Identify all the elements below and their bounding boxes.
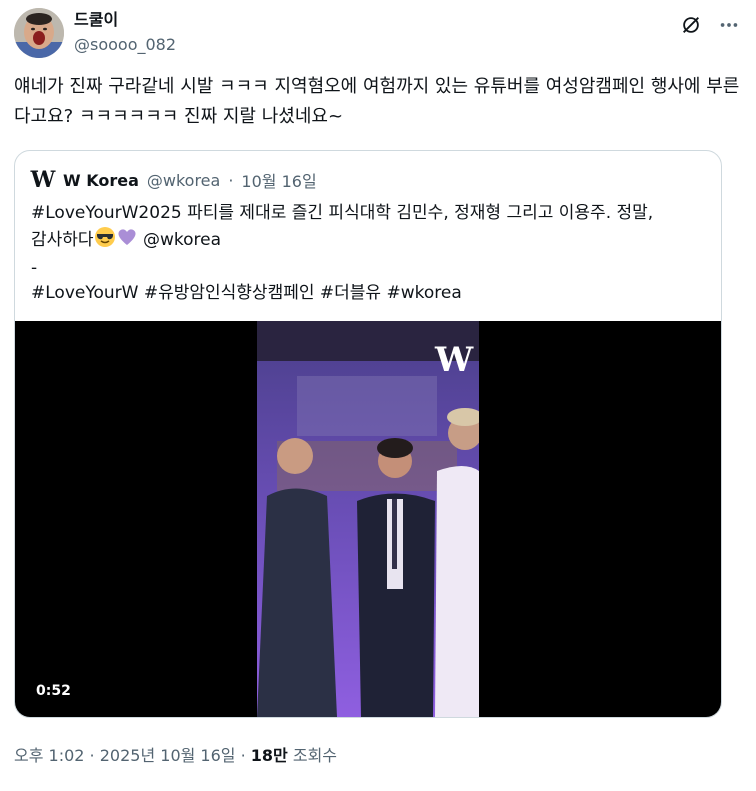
more-icon[interactable]	[716, 12, 742, 38]
quoted-line-4: #LoveYourW #유방암인식향상캠페인 #더블유 #wkorea	[31, 283, 462, 303]
tweet-date[interactable]: 2025년 10월 16일	[100, 746, 236, 765]
quoted-line-2: 감사하다 @wkorea	[31, 226, 711, 256]
quoted-mention[interactable]: @wkorea	[138, 230, 221, 250]
grok-icon[interactable]	[678, 12, 704, 38]
video-frame: W	[257, 321, 479, 717]
quoted-line-1: #LoveYourW2025 파티를 제대로 즐긴 피식대학 김민수, 정재형 …	[31, 203, 654, 223]
views-count: 18만	[250, 746, 288, 765]
w-korea-logo[interactable]: W	[31, 167, 56, 193]
quoted-line-2-text: 감사하다	[31, 230, 94, 250]
quoted-author-name[interactable]: W Korea	[63, 171, 139, 190]
meta-separator: ·	[84, 746, 100, 765]
tweet-meta: 오후 1:02 · 2025년 10월 16일 · 18만 조회수	[14, 742, 337, 766]
header-actions	[678, 12, 742, 38]
author-display-name[interactable]: 드쿨이	[74, 10, 176, 30]
views-label: 조회수	[287, 746, 338, 765]
quoted-tweet-header: W W Korea @wkorea · 10월 16일	[31, 167, 317, 193]
sunglasses-emoji-icon	[94, 226, 116, 256]
video-duration: 0:52	[31, 681, 76, 701]
purple-heart-emoji-icon	[116, 226, 138, 256]
separator-dot: ·	[228, 170, 234, 190]
author-names: 드쿨이 @soooo_082	[74, 10, 176, 56]
tweet-time[interactable]: 오후 1:02	[14, 746, 84, 765]
quoted-date[interactable]: 10월 16일	[241, 168, 316, 192]
quoted-author-handle[interactable]: @wkorea	[147, 171, 220, 190]
tweet-text: 얘네가 진짜 구라같네 시발 ㅋㅋㅋ 지역혐오에 여험까지 있는 유튜버를 여성…	[14, 76, 740, 127]
quoted-line-3: -	[31, 258, 38, 278]
quoted-tweet-text: #LoveYourW2025 파티를 제대로 즐긴 피식대학 김민수, 정재형 …	[31, 201, 711, 306]
tweet-header: 드쿨이 @soooo_082	[14, 8, 742, 60]
video-watermark: W	[434, 340, 474, 380]
video-player[interactable]: W 0:52	[15, 321, 721, 717]
author-handle[interactable]: @soooo_082	[74, 34, 176, 56]
avatar[interactable]	[14, 8, 64, 58]
quoted-tweet[interactable]: W W Korea @wkorea · 10월 16일 #LoveYourW20…	[14, 150, 722, 718]
meta-separator: ·	[235, 746, 251, 765]
